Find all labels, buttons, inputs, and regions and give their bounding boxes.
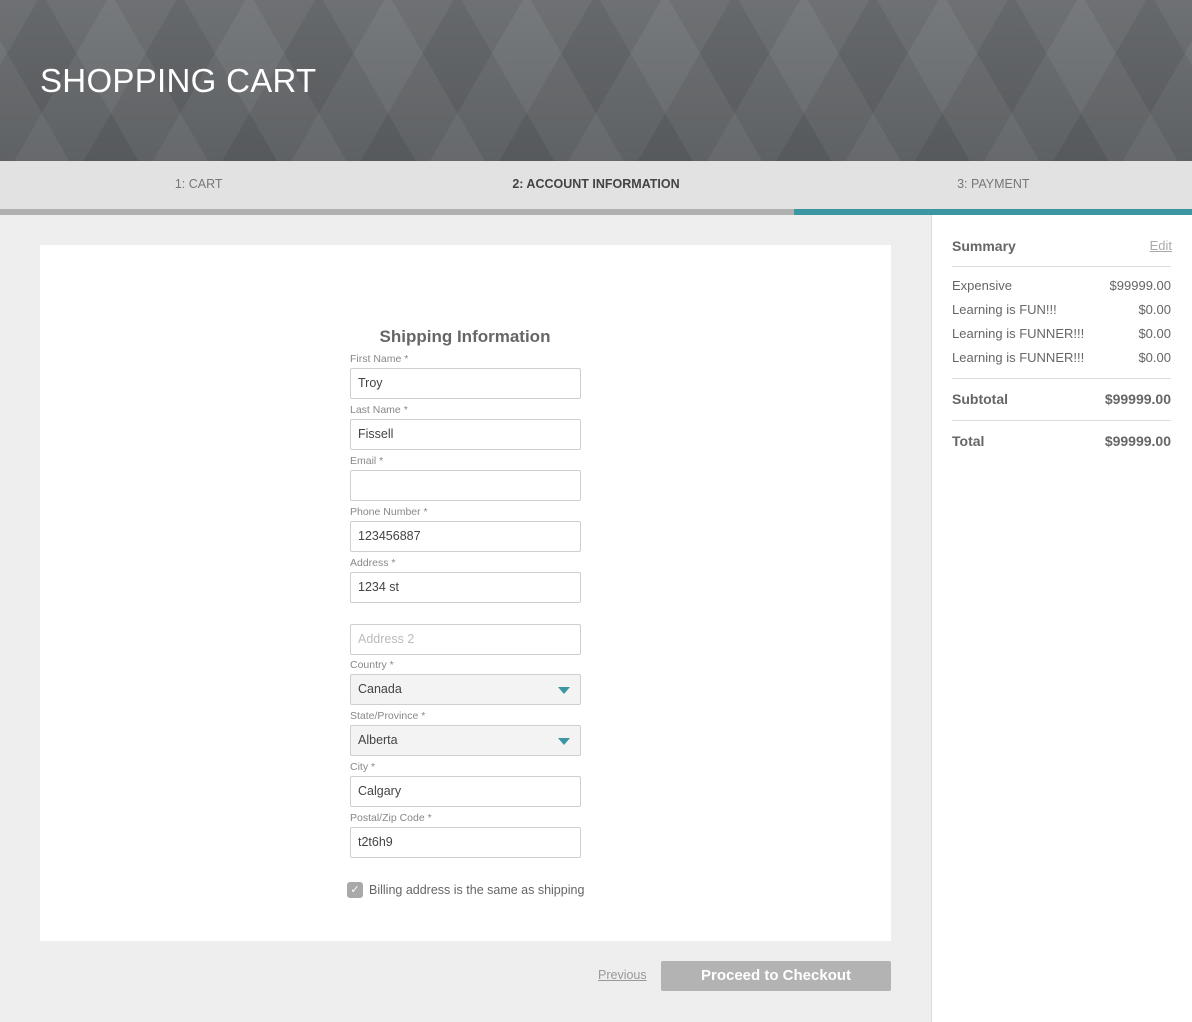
city-field: City * Calgary xyxy=(350,761,581,807)
billing-same-label[interactable]: Billing address is the same as shipping xyxy=(369,883,584,897)
summary-title: Summary xyxy=(952,238,1016,254)
step-account-information[interactable]: 2: ACCOUNT INFORMATION xyxy=(397,161,794,210)
state-value: Alberta xyxy=(358,733,398,747)
summary-divider xyxy=(952,378,1171,379)
page-header: SHOPPING CART xyxy=(0,0,1192,161)
item-price: $99999.00 xyxy=(1109,278,1171,293)
phone-field: Phone Number * 123456887 xyxy=(350,506,581,552)
progress-complete xyxy=(0,209,794,215)
country-label: Country * xyxy=(350,659,394,671)
total-label: Total xyxy=(952,433,985,449)
city-label: City * xyxy=(350,761,376,773)
address2-field: Address 2 xyxy=(350,624,581,655)
item-name: Expensive xyxy=(952,278,1012,293)
summary-item: Learning is FUN!!! $0.00 xyxy=(952,302,1171,317)
email-field: Email * xyxy=(350,455,581,501)
step-payment[interactable]: 3: PAYMENT xyxy=(795,161,1192,210)
address2-input[interactable]: Address 2 xyxy=(350,624,581,655)
country-field: Country * Canada xyxy=(350,659,581,705)
phone-input[interactable]: 123456887 xyxy=(350,521,581,552)
item-price: $0.00 xyxy=(1138,350,1171,365)
postal-label: Postal/Zip Code * xyxy=(350,812,432,824)
state-field: State/Province * Alberta xyxy=(350,710,581,756)
last-name-field: Last Name * Fissell xyxy=(350,404,581,450)
postal-input[interactable]: t2t6h9 xyxy=(350,827,581,858)
chevron-down-icon xyxy=(558,687,570,694)
proceed-to-checkout-button[interactable]: Proceed to Checkout xyxy=(661,961,891,991)
first-name-input[interactable]: Troy xyxy=(350,368,581,399)
item-name: Learning is FUNNER!!! xyxy=(952,350,1085,365)
summary-divider xyxy=(952,420,1171,421)
item-price: $0.00 xyxy=(1138,302,1171,317)
item-name: Learning is FUNNER!!! xyxy=(952,326,1085,341)
subtotal-value: $99999.00 xyxy=(1104,391,1171,407)
email-input[interactable] xyxy=(350,470,581,501)
address-field: Address * 1234 st xyxy=(350,557,581,603)
shipping-form-card: Shipping Information First Name * Troy L… xyxy=(40,245,891,941)
summary-header: Summary Edit xyxy=(952,238,1172,258)
summary-item: Expensive $99999.00 xyxy=(952,278,1171,293)
total-row: Total $99999.00 xyxy=(952,433,1171,449)
item-price: $0.00 xyxy=(1138,326,1171,341)
edit-link[interactable]: Edit xyxy=(1150,238,1172,253)
billing-same-checkbox[interactable]: ✓ xyxy=(347,882,363,898)
chevron-down-icon xyxy=(558,738,570,745)
phone-label: Phone Number * xyxy=(350,506,428,518)
page-title: SHOPPING CART xyxy=(40,62,317,99)
subtotal-label: Subtotal xyxy=(952,391,1008,407)
last-name-input[interactable]: Fissell xyxy=(350,419,581,450)
order-summary: Summary Edit Expensive $99999.00 Learnin… xyxy=(931,215,1192,1022)
summary-divider xyxy=(952,266,1171,267)
postal-field: Postal/Zip Code * t2t6h9 xyxy=(350,812,581,858)
item-name: Learning is FUN!!! xyxy=(952,302,1057,317)
first-name-label: First Name * xyxy=(350,353,409,365)
summary-item: Learning is FUNNER!!! $0.00 xyxy=(952,350,1171,365)
total-value: $99999.00 xyxy=(1104,433,1171,449)
email-label: Email * xyxy=(350,455,384,467)
last-name-label: Last Name * xyxy=(350,404,408,416)
address-label: Address * xyxy=(350,557,396,569)
step-cart[interactable]: 1: CART xyxy=(0,161,397,210)
country-value: Canada xyxy=(358,682,402,696)
address-input[interactable]: 1234 st xyxy=(350,572,581,603)
country-select[interactable]: Canada xyxy=(350,674,581,705)
billing-same-row: ✓ Billing address is the same as shippin… xyxy=(347,882,584,898)
city-input[interactable]: Calgary xyxy=(350,776,581,807)
previous-link[interactable]: Previous xyxy=(598,968,647,982)
first-name-field: First Name * Troy xyxy=(350,353,581,399)
summary-item: Learning is FUNNER!!! $0.00 xyxy=(952,326,1171,341)
state-select[interactable]: Alberta xyxy=(350,725,581,756)
state-label: State/Province * xyxy=(350,710,426,722)
subtotal-row: Subtotal $99999.00 xyxy=(952,391,1171,407)
checkout-steps: 1: CART 2: ACCOUNT INFORMATION 3: PAYMEN… xyxy=(0,161,1192,210)
form-title: Shipping Information xyxy=(379,327,551,346)
